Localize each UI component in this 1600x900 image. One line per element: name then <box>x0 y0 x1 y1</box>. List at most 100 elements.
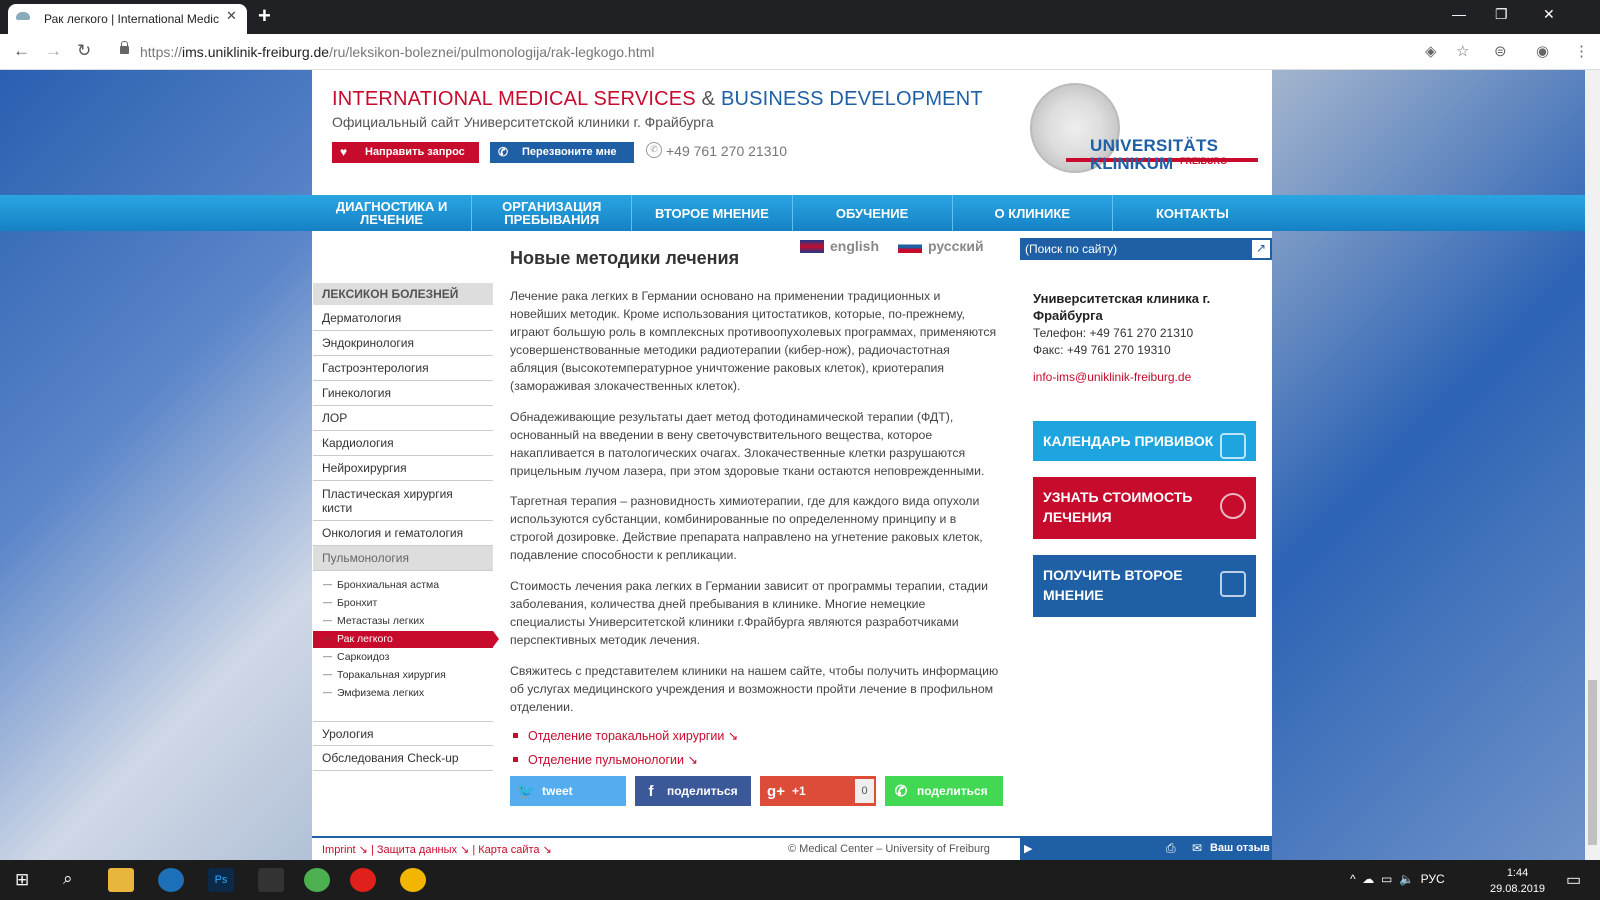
lang-english[interactable]: english <box>830 238 879 254</box>
uk-flag-icon[interactable] <box>800 240 824 253</box>
contact-name: Университетская клиника г. Фрайбурга <box>1033 291 1211 323</box>
taskbar-clock[interactable]: 1:44 29.08.2019 <box>1490 865 1545 897</box>
address-bar[interactable]: https://ims.uniklinik-freiburg.de/ru/lek… <box>110 39 1440 65</box>
lock-icon[interactable] <box>120 41 129 54</box>
sidebar-item[interactable]: Кардиология <box>313 431 493 456</box>
sidebar-item[interactable]: Онкология и гематология <box>313 521 493 546</box>
print-icon[interactable]: ⎙ <box>1166 841 1176 856</box>
app-icon[interactable] <box>258 868 284 892</box>
youtube-icon[interactable]: ▶ <box>1024 842 1032 855</box>
request-button[interactable]: ♥ Направить запрос <box>332 142 479 163</box>
whatsapp-share-button[interactable]: ✆ поделиться <box>885 776 1003 806</box>
twitter-share-button[interactable]: 🐦 tweet <box>510 776 626 806</box>
content-title: Новые методики лечения <box>510 248 740 268</box>
content-paragraph: Лечение рака легких в Германии основано … <box>510 289 997 393</box>
contact-fax: Факс: +49 761 270 19310 <box>1033 343 1171 357</box>
money-icon <box>1220 493 1246 519</box>
scrollbar-thumb[interactable] <box>1588 680 1597 845</box>
contact-email-link[interactable]: info-ims@uniklinik-freiburg.de <box>1033 370 1191 384</box>
sidebar-active-arrow <box>493 631 499 647</box>
chrome-icon[interactable] <box>304 868 330 892</box>
main-nav: ДИАГНОСТИКА И ЛЕЧЕНИЕ ОРГАНИЗАЦИЯ ПРЕБЫВ… <box>312 195 1272 231</box>
sidebar-item-pulmonology[interactable]: Пульмонология <box>313 546 493 571</box>
dept-link[interactable]: Отделение торакальной хирургии ↘ <box>528 728 738 743</box>
reload-icon[interactable]: ↻ <box>77 41 91 61</box>
opera-icon[interactable] <box>350 868 376 892</box>
puzzle-icon <box>1220 433 1246 459</box>
back-icon[interactable]: ← <box>13 41 30 61</box>
minimize-icon[interactable]: — <box>1452 6 1466 22</box>
facebook-share-button[interactable]: f поделиться <box>635 776 751 806</box>
close-window-icon[interactable]: ✕ <box>1543 6 1555 23</box>
extension-icon[interactable]: ◈ <box>1425 42 1437 60</box>
whatsapp-icon: ✆ <box>894 783 908 800</box>
logo-text[interactable]: KLINIKUM <box>1090 154 1173 174</box>
nav-item-diagnostics[interactable]: ДИАГНОСТИКА И ЛЕЧЕНИЕ <box>312 195 473 231</box>
nav-item-organization[interactable]: ОРГАНИЗАЦИЯ ПРЕБЫВАНИЯ <box>472 195 633 231</box>
callback-button[interactable]: ✆ Перезвоните мне <box>490 142 634 163</box>
sidebar-subitem[interactable]: Метастазы легких <box>323 615 493 627</box>
sidebar-item[interactable]: Пластическая хирургия кисти <box>313 481 493 521</box>
lang-russian[interactable]: русский <box>928 238 984 254</box>
menu-dots-icon[interactable]: ⋮ <box>1574 42 1589 60</box>
new-tab-icon[interactable]: + <box>258 3 271 29</box>
media-player-icon[interactable] <box>158 868 184 892</box>
content-paragraph: Таргетная терапия – разновидность химиот… <box>510 494 983 562</box>
sidebar-subitem[interactable]: Эмфизема легких <box>323 687 493 699</box>
heart-icon: ♥ <box>340 145 348 159</box>
search-go-icon[interactable]: ↗ <box>1252 240 1270 258</box>
photoshop-icon[interactable]: Ps <box>208 868 234 892</box>
content-paragraph: Стоимость лечения рака легких в Германии… <box>510 579 989 647</box>
extension-icon[interactable]: ⊜ <box>1494 42 1507 60</box>
avatar[interactable]: ◉ <box>1536 42 1549 60</box>
sidebar-item[interactable]: Гинекология <box>313 381 493 406</box>
russia-flag-icon[interactable] <box>898 240 922 253</box>
vaccination-calendar-banner[interactable]: КАЛЕНДАРЬ ПРИВИВОК <box>1033 421 1256 461</box>
footer-copyright: © Medical Center – University of Freibur… <box>788 843 990 855</box>
forward-icon[interactable]: → <box>45 41 62 61</box>
site-title[interactable]: INTERNATIONAL MEDICAL SERVICES & BUSINES… <box>332 88 983 111</box>
sidebar-item[interactable]: Гастроэнтерология <box>313 356 493 381</box>
sidebar-item[interactable]: Нейрохирургия <box>313 456 493 481</box>
nav-item-training[interactable]: ОБУЧЕНИЕ <box>793 195 953 231</box>
sidebar-subitem[interactable]: Торакальная хирургия <box>323 669 493 681</box>
maximize-icon[interactable]: ❐ <box>1495 6 1508 23</box>
system-tray[interactable]: ^ ☁ ▭ 🔈 РУС <box>1350 872 1445 886</box>
logo-text: FREIBURG <box>1180 156 1227 166</box>
nav-item-about[interactable]: О КЛИНИКЕ <box>953 195 1113 231</box>
dept-link[interactable]: Отделение пульмонологии ↘ <box>528 752 698 767</box>
chrome-icon[interactable] <box>400 868 426 892</box>
sidebar-subitem-active[interactable]: Рак легкого <box>323 633 493 645</box>
footer-links[interactable]: Imprint ↘ | Защита данных ↘ | Карта сайт… <box>322 843 552 856</box>
feedback-link[interactable]: Ваш отзыв <box>1210 842 1270 854</box>
treatment-cost-banner[interactable]: УЗНАТЬ СТОИМОСТЬ ЛЕЧЕНИЯ <box>1033 477 1256 539</box>
sidebar-subitem[interactable]: Саркоидоз <box>323 651 493 663</box>
search-input[interactable]: (Поиск по сайту) <box>1020 238 1272 260</box>
nav-item-second-opinion[interactable]: ВТОРОЕ МНЕНИЕ <box>632 195 793 231</box>
sidebar-subitem[interactable]: Бронхиальная астма <box>323 579 493 591</box>
sidebar-item[interactable]: ЛОР <box>313 406 493 431</box>
gplus-icon: g+ <box>767 782 785 800</box>
site-subtitle: Официальный сайт Университетской клиники… <box>332 114 714 130</box>
contact-phone: Телефон: +49 761 270 21310 <box>1033 326 1194 340</box>
facebook-icon: f <box>648 782 654 800</box>
twitter-icon: 🐦 <box>516 783 536 800</box>
bookmark-star-icon[interactable]: ☆ <box>1456 42 1469 60</box>
tab-close-icon[interactable]: ✕ <box>226 8 237 24</box>
browser-tab[interactable]: Рак легкого | International Medic <box>8 4 247 34</box>
phone-number: +49 761 270 21310 <box>666 143 788 159</box>
file-explorer-icon[interactable] <box>108 868 134 892</box>
second-opinion-banner[interactable]: ПОЛУЧИТЬ ВТОРОЕ МНЕНИЕ <box>1033 555 1256 617</box>
search-icon[interactable]: ⌕ <box>63 869 73 889</box>
notifications-icon[interactable]: ▭ <box>1566 870 1581 890</box>
sidebar-item[interactable]: Дерматология <box>313 306 493 331</box>
sidebar-subitem[interactable]: Бронхит <box>323 597 493 609</box>
sidebar-item[interactable]: Эндокринология <box>313 331 493 356</box>
sidebar-item[interactable]: Обследования Check-up <box>313 746 493 771</box>
windows-start-icon[interactable]: ⊞ <box>15 870 29 890</box>
content-paragraph: Свяжитесь с представителем клиники на на… <box>510 664 999 714</box>
logo-text[interactable]: UNIVERSITÄTS <box>1090 136 1218 156</box>
sidebar-item[interactable]: Урология <box>313 721 493 746</box>
mail-icon[interactable]: ✉ <box>1192 841 1202 855</box>
nav-item-contacts[interactable]: КОНТАКТЫ <box>1113 195 1272 231</box>
